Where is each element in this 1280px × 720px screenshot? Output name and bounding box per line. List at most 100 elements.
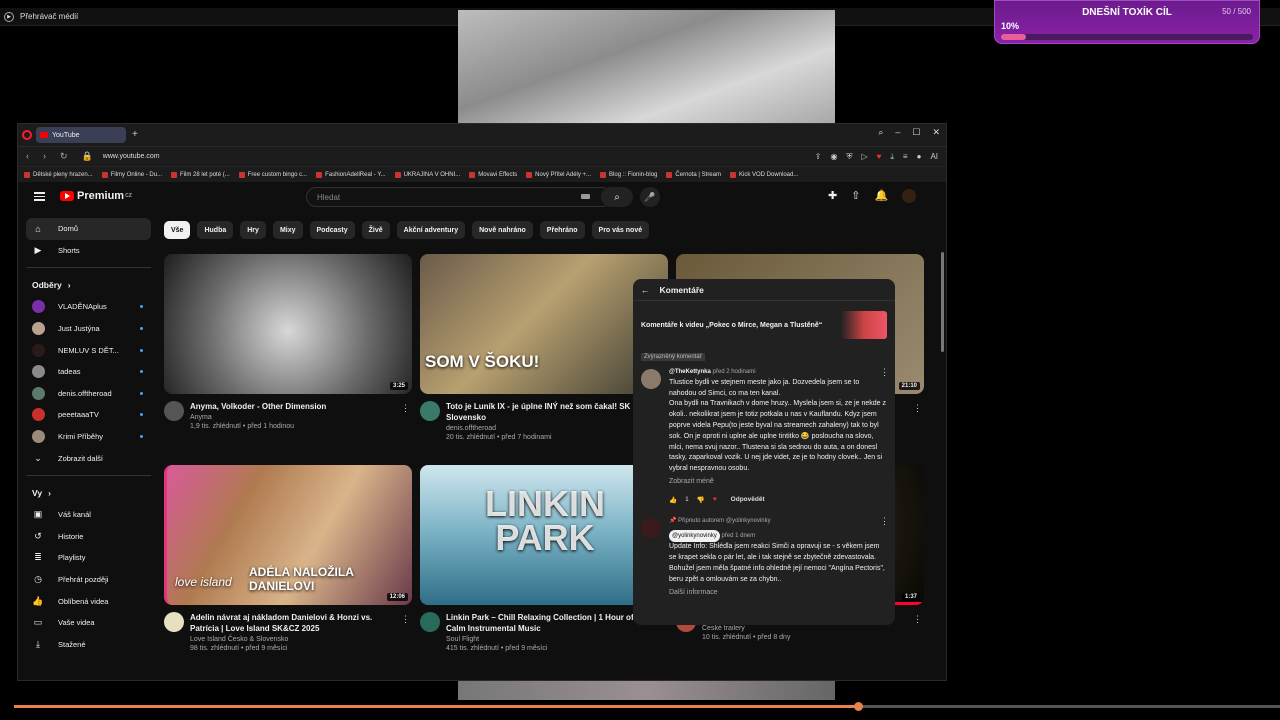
forward-icon[interactable]: › [43, 151, 46, 162]
download-icon[interactable]: ⤓ [890, 152, 894, 162]
search-tabs-icon[interactable]: ⌕ [878, 127, 883, 138]
comment-author[interactable]: @TheKettynka [669, 369, 711, 375]
media-seek-bar[interactable] [14, 702, 1280, 711]
more-options-icon[interactable]: ⋮ [913, 403, 922, 414]
voice-search-button[interactable]: 🎤 [640, 187, 660, 207]
more-info-link[interactable]: Další informace [669, 588, 887, 599]
comment-more-icon[interactable]: ⋮ [880, 367, 889, 378]
chip-filter[interactable]: Pro vás nové [591, 221, 650, 239]
chip-filter[interactable]: Vše [164, 221, 191, 239]
you-heading[interactable]: Vy › [26, 482, 151, 504]
upload-icon[interactable]: ⇧ [851, 189, 860, 203]
search-button[interactable]: ⌕ [601, 187, 633, 207]
chip-filter[interactable]: Přehráno [539, 221, 585, 239]
back-icon[interactable]: ‹ [26, 151, 29, 162]
sidebar-item-download[interactable]: ⤓ Stažené [26, 634, 151, 656]
bookmark-item[interactable]: UKRAJINA V OHNI... [394, 171, 460, 178]
more-options-icon[interactable]: ⋮ [401, 403, 410, 414]
reload-icon[interactable]: ↻ [60, 151, 68, 162]
sidebar-item-subscription[interactable]: peeetaaaTV [26, 404, 151, 426]
chip-filter[interactable]: Nově nahráno [472, 221, 533, 239]
more-options-icon[interactable]: ⋮ [913, 614, 922, 625]
bookmark-item[interactable]: Nový Přítel Adély +... [526, 171, 591, 178]
avatar[interactable] [902, 189, 917, 203]
comment-author[interactable]: @yolinkynovinky [669, 529, 720, 543]
video-title[interactable]: Adelin návrat aj nákladom Danielovi & Ho… [190, 612, 398, 634]
channel-avatar[interactable] [164, 401, 184, 421]
opera-logo-icon[interactable] [22, 130, 32, 140]
sidebar-item-history[interactable]: ↺ Historie [26, 526, 151, 548]
bookmark-item[interactable]: Filmy Online - Du... [101, 171, 162, 178]
channel-name[interactable]: České trailery [702, 625, 910, 632]
more-options-icon[interactable]: ⋮ [401, 614, 410, 625]
chip-filter[interactable]: Živě [361, 221, 390, 239]
heart-icon[interactable]: ♥ [877, 152, 882, 162]
profile-icon[interactable]: ● [917, 152, 922, 162]
channel-name[interactable]: Anyma [190, 414, 398, 421]
youtube-logo[interactable]: Premium CZ [60, 190, 132, 202]
chip-filter[interactable]: Podcasty [309, 221, 355, 239]
chip-filter[interactable]: Hry [240, 221, 266, 239]
bookmark-item[interactable]: Černota | Stream [666, 171, 721, 178]
bookmark-item[interactable]: FashionAdellReal - Y... [316, 171, 386, 178]
sidebar-item-like[interactable]: 👍 Oblíbená videa [26, 590, 151, 612]
video-title[interactable]: Toto je Luník IX - je úplne INÝ než som … [446, 401, 654, 423]
sidebar-item-watch-later[interactable]: ◷ Přehrát později [26, 569, 151, 591]
keyboard-icon[interactable] [581, 194, 590, 199]
sidebar-item-subscription[interactable]: VLADĚNAplus [26, 296, 151, 318]
video-card[interactable]: ADÉLA NALOŽILA DANIELOVI love island 12:06… [164, 465, 412, 652]
channel-name[interactable]: Love Island Česko & Slovensko [190, 636, 398, 643]
show-less-link[interactable]: Zobrazit méně [669, 477, 887, 488]
video-card[interactable]: SOM V ŠOKU! Toto je Luník IX - je úplne I… [420, 254, 668, 441]
bookmark-item[interactable]: Blog :: Fionin-blog [600, 171, 657, 178]
page-scrollbar[interactable] [941, 252, 944, 352]
url-field[interactable]: www.youtube.com [103, 153, 160, 160]
video-thumbnail[interactable]: 3:25 [164, 254, 412, 394]
bookmark-item[interactable]: Movavi Effects [469, 171, 517, 178]
context-thumbnail[interactable] [841, 311, 887, 339]
channel-avatar[interactable] [420, 612, 440, 632]
channel-avatar[interactable] [164, 612, 184, 632]
new-tab-button[interactable]: + [132, 130, 142, 140]
menu-icon[interactable]: ≡ [903, 152, 908, 162]
sidebar-item-subscription[interactable]: NEMLUV S DĚT... [26, 339, 151, 361]
bookmark-item[interactable]: Film 28 let poté (... [171, 171, 230, 178]
share-icon[interactable]: ⇪ [815, 152, 822, 162]
back-arrow-icon[interactable]: ← [641, 285, 650, 295]
tab-youtube[interactable]: YouTube [36, 127, 126, 143]
sidebar-item-home[interactable]: ⌂ Domů [26, 218, 151, 240]
video-card[interactable]: LINKIN PARK1:00:02 Linkin Park – Chill Re… [420, 465, 668, 652]
video-thumbnail[interactable]: ADÉLA NALOŽILA DANIELOVI love island 12:06 [164, 465, 412, 605]
player-icon[interactable]: ▷ [861, 152, 867, 162]
sidebar-item-shorts[interactable]: ▶ Shorts [26, 240, 151, 262]
video-title[interactable]: Linkin Park – Chill Relaxing Collection … [446, 612, 654, 634]
comment-avatar[interactable] [641, 517, 661, 538]
channel-name[interactable]: denis.offtheroad [446, 425, 654, 432]
chip-filter[interactable]: Mixy [272, 221, 303, 239]
create-icon[interactable]: ✚ [828, 189, 837, 203]
dislike-icon[interactable]: 👎 [697, 496, 705, 504]
maximize-button[interactable]: ☐ [912, 127, 920, 138]
shield-icon[interactable]: ⛨ [846, 152, 852, 162]
video-card[interactable]: 3:25 Anyma, Volkoder - Other Dimension Any… [164, 254, 412, 430]
video-thumbnail[interactable]: LINKIN PARK1:00:02 [420, 465, 668, 605]
bookmark-item[interactable]: Dětské pleny hrazen... [24, 171, 93, 178]
channel-avatar[interactable] [420, 401, 440, 421]
chip-filter[interactable]: Hudba [197, 221, 234, 239]
camera-icon[interactable]: ◉ [830, 152, 837, 162]
bell-icon[interactable]: 🔔 [874, 189, 888, 203]
close-button[interactable]: ✕ [932, 127, 940, 138]
sidebar-item-channel[interactable]: ▣ Váš kanál [26, 504, 151, 526]
like-icon[interactable]: 👍 [669, 496, 677, 504]
search-input[interactable]: Hledat [306, 187, 612, 207]
bookmark-item[interactable]: Kick VOD Download... [729, 171, 798, 178]
seek-handle[interactable] [854, 702, 864, 711]
sidebar-item-playlist[interactable]: ≣ Playlisty [26, 547, 151, 569]
play-icon[interactable]: ▶ [4, 11, 14, 22]
video-title[interactable]: Anyma, Volkoder - Other Dimension [190, 401, 398, 412]
sidebar-item-subscription[interactable]: Just Justýna [26, 318, 151, 340]
sidebar-item-subscription[interactable]: tadeas [26, 361, 151, 383]
comment-more-icon[interactable]: ⋮ [880, 516, 889, 527]
hamburger-menu-icon[interactable] [34, 192, 45, 201]
bookmark-item[interactable]: Free custom bingo c... [238, 171, 307, 178]
